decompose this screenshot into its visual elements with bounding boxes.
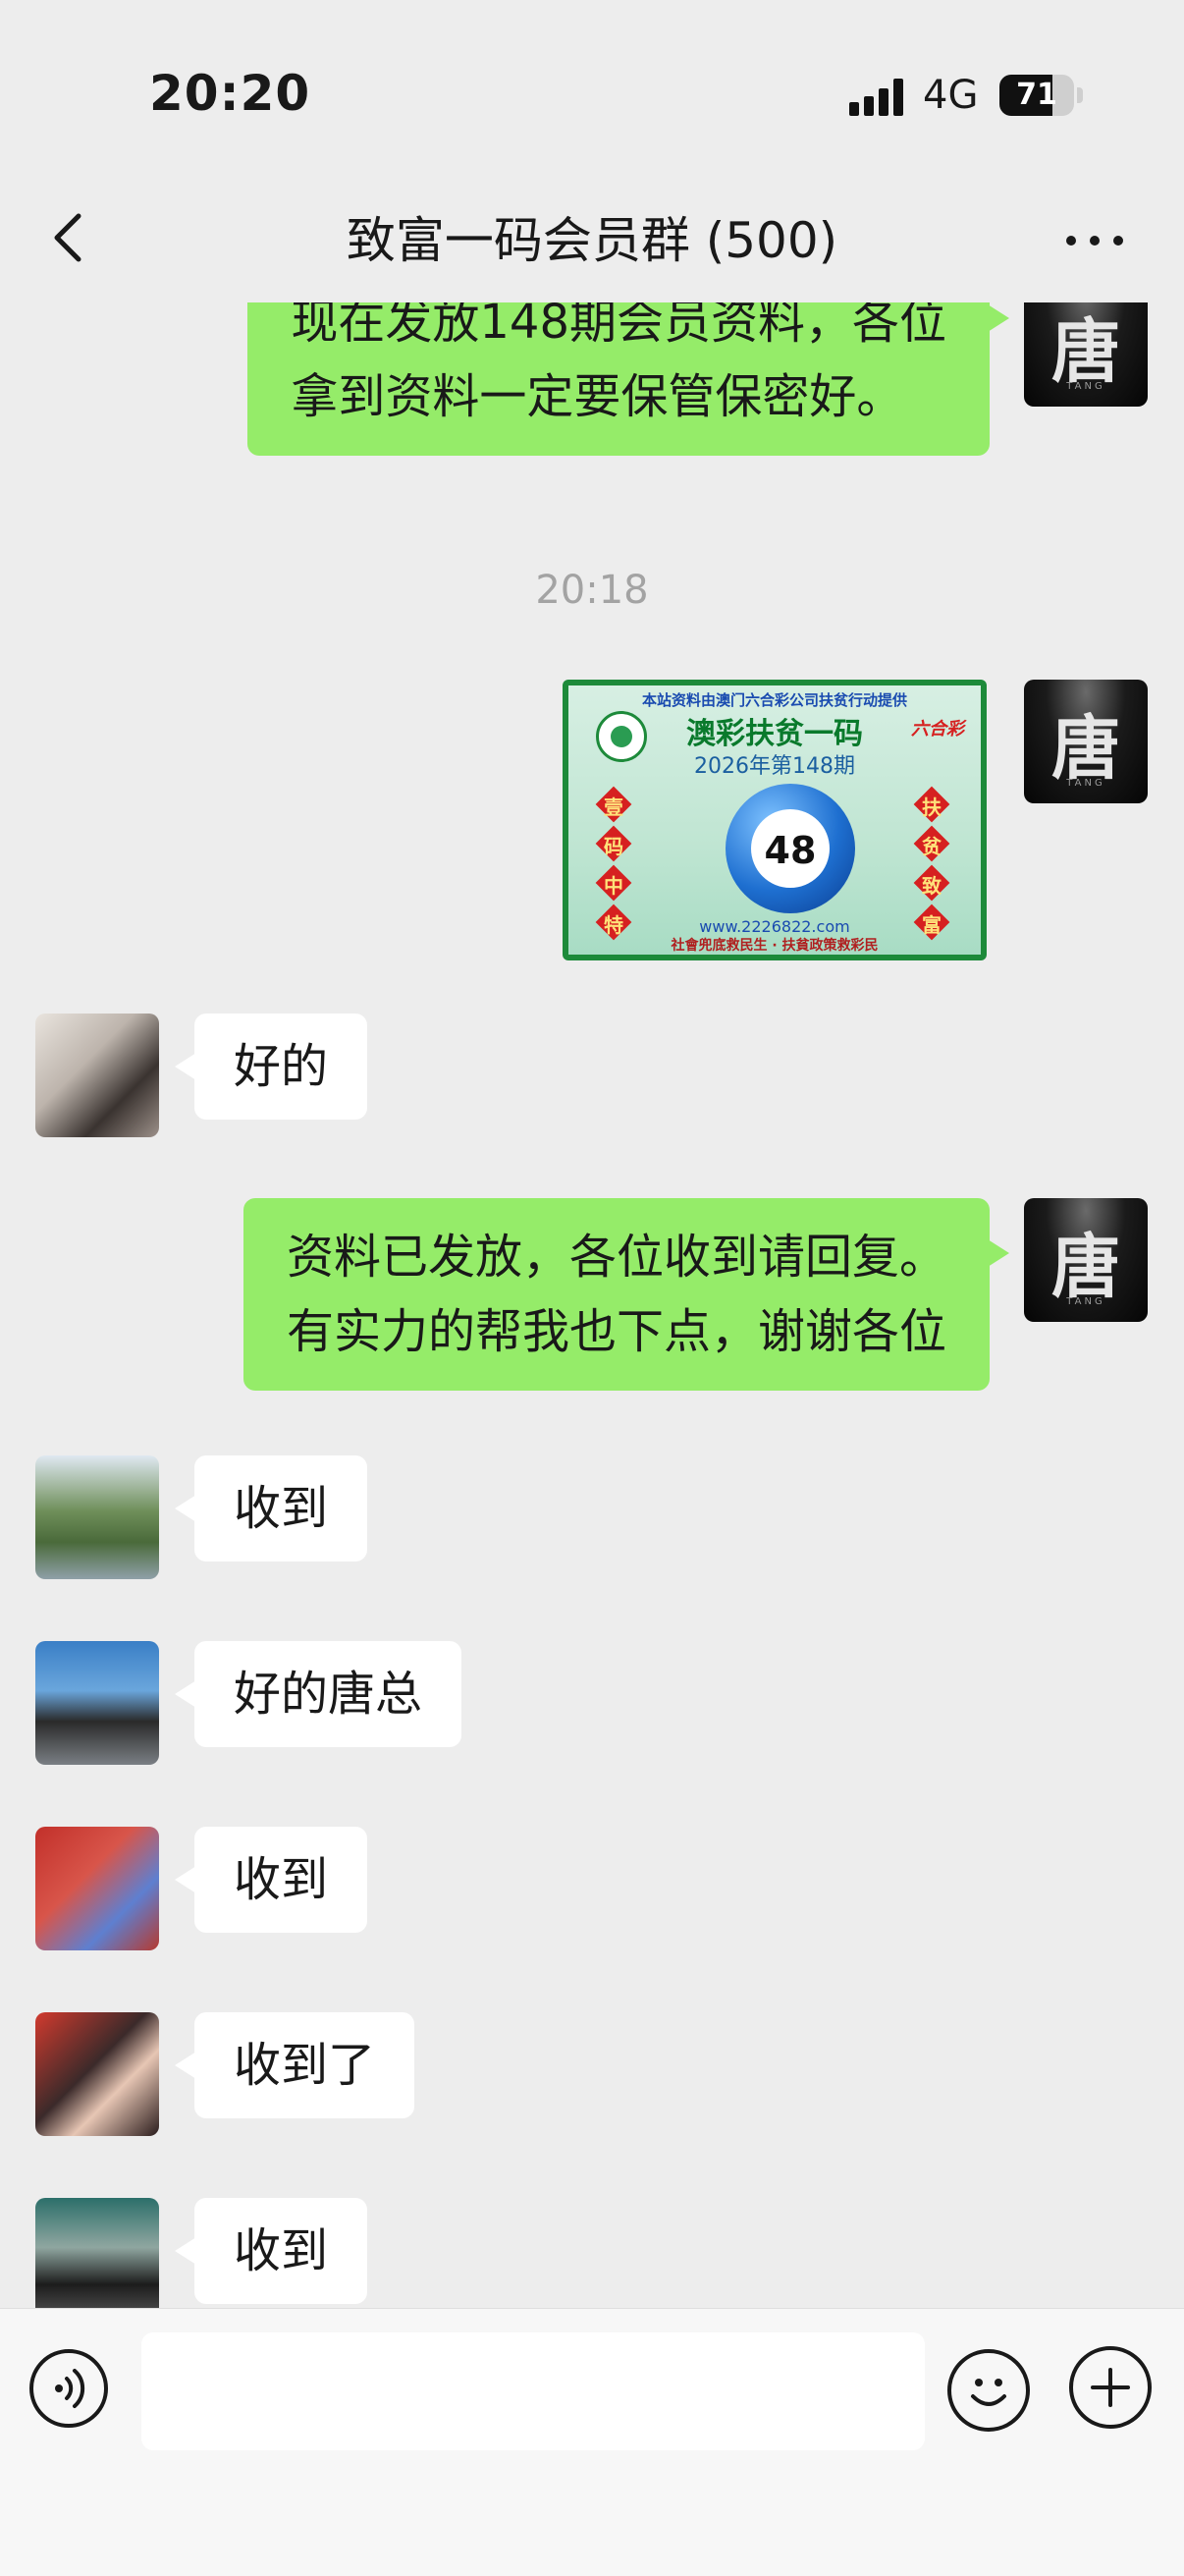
message-bubble-received[interactable]: 收到 bbox=[174, 1827, 368, 1933]
image-title: 澳彩扶贫一码 bbox=[686, 717, 863, 751]
avatar-member[interactable] bbox=[35, 1827, 159, 1950]
diamond-char: 贫 bbox=[913, 825, 950, 862]
avatar-self[interactable]: 唐 TANG bbox=[1024, 302, 1148, 407]
status-time: 20:20 bbox=[149, 65, 311, 122]
message-bubble-received[interactable]: 收到 bbox=[174, 1455, 368, 1562]
diamond-char: 中 bbox=[595, 864, 632, 902]
lottery-image: 本站资料由澳门六合彩公司扶贫行动提供 六合彩 澳彩扶贫一码 2026年第148期… bbox=[568, 685, 981, 955]
voice-button[interactable] bbox=[29, 2349, 108, 2428]
diamond-char: 壹 bbox=[595, 786, 632, 823]
avatar-member[interactable] bbox=[35, 2012, 159, 2136]
avatar-member[interactable] bbox=[35, 1014, 159, 1137]
signal-icon bbox=[849, 79, 908, 116]
diamond-char: 致 bbox=[913, 864, 950, 902]
diamond-char: 扶 bbox=[913, 786, 950, 823]
avatar-subtext: TANG bbox=[1066, 778, 1105, 789]
message-bubble-received[interactable]: 好的唐总 bbox=[174, 1641, 462, 1747]
lottery-number: 48 bbox=[764, 829, 817, 872]
battery-level: 71 bbox=[1016, 78, 1057, 112]
lottery-ball: 48 bbox=[726, 784, 855, 913]
message-input[interactable] bbox=[141, 2332, 925, 2450]
avatar-member[interactable] bbox=[35, 1641, 159, 1765]
more-dot bbox=[1113, 236, 1123, 246]
status-bar: 20:20 4G 71 bbox=[0, 0, 1184, 187]
image-message[interactable]: 本站资料由澳门六合彩公司扶贫行动提供 六合彩 澳彩扶贫一码 2026年第148期… bbox=[563, 680, 987, 960]
avatar-self[interactable]: 唐 TANG bbox=[1024, 1198, 1148, 1322]
more-button[interactable] bbox=[1066, 236, 1125, 247]
message-bubble-received[interactable]: 好的 bbox=[174, 1014, 368, 1120]
avatar-subtext: TANG bbox=[1066, 1296, 1105, 1307]
network-type: 4G bbox=[923, 73, 979, 118]
battery-icon: 71 bbox=[999, 75, 1074, 116]
message-bubble-sent[interactable]: 现在发放148期会员资料，各位 拿到资料一定要保管保密好。 bbox=[247, 302, 1009, 456]
voice-icon bbox=[55, 2369, 85, 2408]
emoji-icon bbox=[971, 2379, 1006, 2406]
chat-message-list[interactable]: 现在发放148期会员资料，各位 拿到资料一定要保管保密好。 唐 TANG 20:… bbox=[0, 302, 1184, 2308]
battery-tip bbox=[1077, 87, 1083, 103]
chat-timestamp: 20:18 bbox=[535, 568, 649, 613]
message-bubble-received[interactable]: 收到 bbox=[174, 2198, 368, 2304]
input-bar bbox=[0, 2308, 1184, 2576]
more-dot bbox=[1090, 236, 1100, 246]
image-footer: 社會兜底救民生 · 扶貧政策救彩民 bbox=[671, 938, 879, 954]
chat-title: 致富一码会员群 (500) bbox=[346, 212, 838, 269]
plus-circle-icon bbox=[1091, 2368, 1130, 2407]
more-dot bbox=[1066, 236, 1076, 246]
more-functions-button[interactable] bbox=[1069, 2346, 1152, 2429]
image-issue: 2026年第148期 bbox=[694, 754, 855, 779]
emoji-button[interactable] bbox=[947, 2349, 1030, 2432]
avatar-member[interactable] bbox=[35, 2198, 159, 2308]
avatar-subtext: TANG bbox=[1066, 381, 1105, 392]
image-url: www.2226822.com bbox=[699, 917, 850, 936]
avatar-member[interactable] bbox=[35, 1455, 159, 1579]
message-bubble-received[interactable]: 收到了 bbox=[174, 2012, 415, 2118]
diamond-char: 码 bbox=[595, 825, 632, 862]
image-top-line: 本站资料由澳门六合彩公司扶贫行动提供 bbox=[641, 691, 907, 709]
message-bubble-sent[interactable]: 资料已发放，各位收到请回复。 有实力的帮我也下点，谢谢各位 bbox=[242, 1198, 1010, 1391]
avatar-self[interactable]: 唐 TANG bbox=[1024, 680, 1148, 803]
